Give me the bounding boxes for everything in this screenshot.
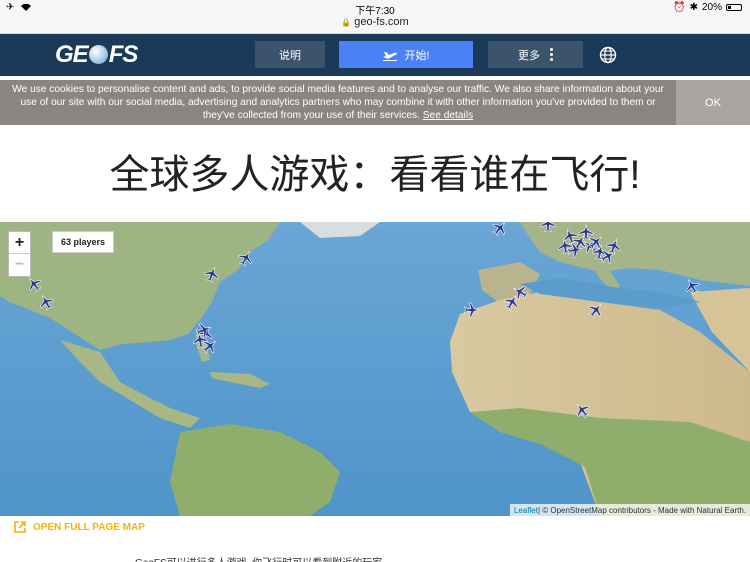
url-text: geo-fs.com: [354, 16, 409, 28]
world-map[interactable]: [0, 222, 750, 516]
battery-percent: 20%: [701, 2, 722, 13]
cookie-banner: We use cookies to personalise content an…: [0, 80, 750, 125]
page: ✈ 下午7:30 ⏰ ✱ 20% 🔒 geo-fs.com GE FS 说明 开…: [0, 0, 750, 562]
logo-text-left: GE: [55, 41, 89, 68]
page-title: 全球多人游戏：看看谁在飞行!: [109, 153, 641, 197]
more-menu-button[interactable]: 更多: [488, 41, 583, 68]
zoom-in-button[interactable]: +: [9, 232, 30, 254]
zoom-control: + −: [8, 231, 31, 277]
bluetooth-icon: ✱: [689, 2, 698, 13]
takeoff-icon: [383, 51, 398, 61]
url-bar[interactable]: 🔒 geo-fs.com: [0, 16, 750, 34]
more-button-label: 更多: [518, 49, 540, 62]
status-time: 下午7:30: [355, 6, 395, 17]
attribution-text: | © OpenStreetMap contributors - Made wi…: [537, 505, 746, 515]
help-button-label: 说明: [279, 49, 301, 62]
logo-text-right: FS: [108, 41, 139, 68]
status-right: ⏰ ✱ 20%: [673, 2, 742, 13]
player-planes-layer: [24, 222, 701, 420]
ios-status-bar: ✈ 下午7:30 ⏰ ✱ 20%: [0, 0, 750, 17]
battery-icon: [726, 4, 742, 11]
site-header: GE FS 说明 开始! 更多: [0, 34, 750, 76]
external-link-icon: [14, 521, 26, 533]
open-full-map-link[interactable]: OPEN FULL PAGE MAP: [13, 520, 145, 534]
help-button[interactable]: 说明: [255, 41, 325, 68]
intro-text: GeoFS可以进行多人游戏, 你飞行时可以看到附近的玩家: [135, 554, 382, 562]
leaflet-link[interactable]: Leaflet: [514, 506, 538, 515]
cookie-ok-button[interactable]: OK: [676, 80, 750, 125]
zoom-out-button[interactable]: −: [9, 254, 30, 276]
player-plane-icon[interactable]: [586, 300, 606, 320]
player-plane-icon[interactable]: [464, 302, 481, 318]
player-plane-icon[interactable]: [578, 223, 594, 240]
player-plane-icon[interactable]: [572, 400, 592, 420]
player-plane-icon[interactable]: [682, 276, 701, 296]
logo-globe-icon: [88, 45, 108, 64]
open-full-map-label: OPEN FULL PAGE MAP: [33, 521, 145, 533]
player-plane-icon[interactable]: [36, 292, 55, 312]
player-count-badge: 63 players: [52, 231, 115, 253]
cookie-message: We use cookies to personalise content an…: [10, 83, 666, 122]
map-attribution: Leaflet | © OpenStreetMap contributors -…: [509, 504, 750, 516]
alarm-icon: ⏰: [673, 2, 686, 13]
cookie-text: We use cookies to personalise content an…: [12, 84, 664, 121]
cookie-details-link[interactable]: See details: [423, 110, 473, 121]
player-plane-icon[interactable]: [24, 274, 44, 294]
more-dots-icon: [550, 48, 553, 61]
geofs-logo[interactable]: GE FS: [55, 41, 139, 69]
start-button-label: 开始!: [404, 49, 430, 62]
player-plane-icon[interactable]: [490, 222, 510, 238]
lock-icon: 🔒: [341, 18, 352, 27]
player-plane-icon[interactable]: [203, 265, 221, 283]
player-plane-icon[interactable]: [236, 248, 255, 268]
player-plane-icon[interactable]: [566, 242, 583, 258]
start-button[interactable]: 开始!: [339, 41, 473, 68]
language-globe-icon[interactable]: [598, 45, 618, 65]
player-plane-icon[interactable]: [540, 222, 556, 232]
